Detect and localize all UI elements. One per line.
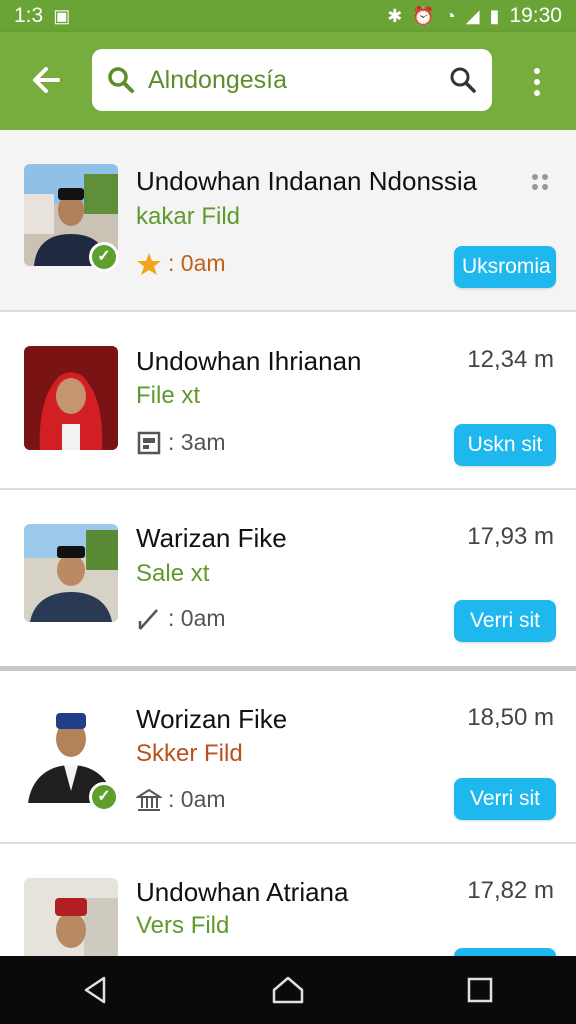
item-action-button[interactable]: Verri sit [454,600,556,642]
item-action-button[interactable]: Uskn sit [454,424,556,466]
search-submit-icon[interactable] [448,65,478,95]
item-meta: : 0am [136,250,226,277]
nav-home-icon[interactable] [258,960,318,1020]
item-distance: 12,34 m [467,346,554,373]
item-meta-text: : 3am [168,429,226,455]
wifi-icon: ◔ [444,5,456,26]
results-list: ✓ Undowhan Indanan Ndonssia kakar Fild :… [0,130,576,956]
item-subtitle: Skker Fild [136,740,243,767]
calendar-icon [137,431,161,454]
overflow-menu-icon[interactable] [522,62,552,102]
item-subtitle: File xt [136,382,201,409]
back-arrow-icon[interactable] [22,60,70,104]
status-bar: 1:3 ▣ ✱ ⏰ ◔ ◢ ▮ 19:30 [0,0,576,32]
search-input[interactable]: Alndongesía [148,66,448,95]
verified-badge-icon: ✓ [89,242,119,272]
list-item[interactable]: ✓ Undowhan Indanan Ndonssia kakar Fild :… [0,130,576,312]
list-item[interactable]: ✓ Worizan Fike Skker Fild : 0am 18,50 m … [0,671,576,844]
item-name: Worizan Fike [136,704,288,734]
item-distance: 17,82 m [467,877,554,904]
star-icon [137,252,161,275]
item-action-button[interactable] [454,948,556,956]
item-distance: 17,93 m [467,523,554,550]
bluetooth-icon: ✱ [387,5,403,26]
alarm-icon: ⏰ [412,5,435,26]
verified-badge-icon: ✓ [89,782,119,812]
nav-recents-icon[interactable] [450,960,510,1020]
item-distance: 18,50 m [467,704,554,731]
avatar [24,346,118,450]
nav-back-icon[interactable] [66,960,126,1020]
avatar [24,524,118,622]
image-notification-icon: ▣ [53,5,71,26]
item-subtitle: Vers Fild [136,912,230,939]
avatar [24,878,118,956]
system-navigation-bar [0,956,576,1024]
list-item[interactable]: Undowhan Ihrianan File xt : 3am 12,34 m … [0,312,576,490]
signal-icon: ◢ [465,5,480,26]
status-time-left: 1:3 [14,4,44,27]
item-meta: : 0am [136,605,226,632]
drag-handle-icon[interactable] [530,172,550,192]
pen-icon [138,608,158,630]
status-time-right: 19:30 [509,4,562,27]
item-action-button[interactable]: Uksromia [454,246,556,288]
item-subtitle: Sale xt [136,560,210,587]
item-name: Undowhan Ihrianan [136,346,362,376]
item-subtitle: kakar Fild [136,203,241,230]
item-meta: : 0am [136,786,226,813]
item-meta-text: : 0am [168,786,226,812]
search-bar[interactable]: Alndongesía [92,49,492,111]
building-icon [136,788,162,811]
list-item[interactable]: Warizan Fike Sale xt : 0am 17,93 m Verri… [0,490,576,671]
item-name: Warizan Fike [136,523,287,553]
item-name: Undowhan Atriana [136,877,349,907]
item-name: Undowhan Indanan Ndonssia [136,166,478,196]
item-meta: : 3am [136,429,226,456]
item-action-button[interactable]: Verri sit [454,778,556,820]
app-bar: Alndongesía [0,32,576,130]
search-icon [108,67,134,93]
item-meta-text: : 0am [168,605,226,631]
item-meta-text: : 0am [168,250,226,276]
list-item[interactable]: Undowhan Atriana Vers Fild 17,82 m [0,844,576,956]
battery-icon: ▮ [489,5,500,26]
